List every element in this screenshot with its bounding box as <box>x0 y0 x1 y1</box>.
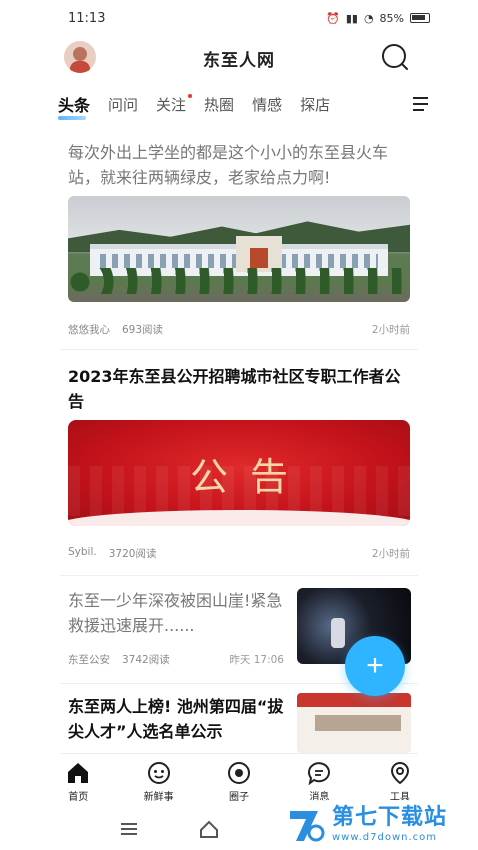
article-card[interactable]: 每次外出上学坐的都是这个小小的东至县火车站，就来往两辆绿皮，老家给点力啊! 悠悠… <box>60 128 418 350</box>
notice-banner-text: 公告 <box>189 455 310 499</box>
watermark-url: www.d7down.com <box>332 832 438 843</box>
tab-explore-shop[interactable]: 探店 <box>300 94 330 115</box>
status-bar: 11:13 ⏰ ▮▮ ◔ 85% <box>0 0 478 36</box>
article-meta: 东至公安 3742阅读 <box>68 652 170 667</box>
wifi-icon: ◔ <box>363 11 374 25</box>
app-header: 东至人网 <box>0 36 478 80</box>
smile-icon <box>147 761 170 784</box>
recent-apps-icon[interactable] <box>118 818 140 840</box>
article-meta: Sybil. 3720阅读 <box>68 546 156 561</box>
article-title: 东至两人上榜! 池州第四届“拔尖人才”人选名单公示 <box>68 697 284 741</box>
home-icon <box>68 762 89 783</box>
watermark-logo <box>290 811 325 842</box>
battery-icon <box>410 13 430 23</box>
category-tabs: 头条 问问 关注 热圈 情感 探店 <box>58 88 430 120</box>
signal-icon: ▮▮ <box>345 11 358 25</box>
tab-headlines[interactable]: 头条 <box>58 92 90 120</box>
article-thumbnail <box>297 693 411 753</box>
status-icons: ⏰ ▮▮ ◔ 85% <box>326 12 430 25</box>
article-reads: 3742阅读 <box>122 654 170 666</box>
alarm-icon: ⏰ <box>326 11 340 25</box>
message-icon <box>308 761 331 785</box>
tab-hot[interactable]: 热圈 <box>204 94 234 115</box>
article-time: 2小时前 <box>371 324 410 336</box>
article-reads: 3720阅读 <box>108 548 157 560</box>
nav-fresh[interactable]: 新鲜事 <box>118 754 198 808</box>
nav-home-label: 首页 <box>68 791 89 803</box>
status-time: 11:13 <box>68 10 106 26</box>
watermark-name: 第七下载站 <box>332 805 448 830</box>
notification-dot <box>188 93 193 98</box>
home-button-icon[interactable] <box>198 818 220 840</box>
article-time: 2小时前 <box>371 548 410 560</box>
article-time: 昨天 17:06 <box>229 654 284 666</box>
nav-circle[interactable]: 圈子 <box>199 754 279 808</box>
article-author: 悠悠我心 <box>68 324 110 336</box>
article-image <box>68 196 410 302</box>
tab-follow-label: 关注 <box>156 95 187 114</box>
article-title: 2023年东至县公开招聘城市社区专职工作者公告 <box>68 367 401 411</box>
menu-icon[interactable] <box>410 94 430 114</box>
tab-follow[interactable]: 关注 <box>156 93 193 115</box>
nav-fresh-label: 新鲜事 <box>143 791 174 803</box>
article-title: 东至一少年深夜被困山崖!紧急救援迅速展开...... <box>68 591 283 635</box>
add-post-button[interactable]: + <box>345 636 405 696</box>
nav-home[interactable]: 首页 <box>38 754 118 808</box>
circle-icon <box>228 761 251 784</box>
location-pin-icon <box>390 761 409 784</box>
tab-ask[interactable]: 问问 <box>108 94 138 115</box>
site-watermark: 第七下载站 www.d7down.com <box>282 800 478 850</box>
search-icon[interactable] <box>380 42 410 72</box>
battery-level: 85% <box>379 11 404 25</box>
article-author: 东至公安 <box>68 654 110 666</box>
article-title: 每次外出上学坐的都是这个小小的东至县火车站，就来往两辆绿皮，老家给点力啊! <box>68 143 389 187</box>
nav-circle-label: 圈子 <box>229 791 250 803</box>
article-author: Sybil. <box>68 546 97 558</box>
tab-emotion[interactable]: 情感 <box>252 94 282 115</box>
article-meta: 悠悠我心 693阅读 <box>68 322 163 337</box>
notice-banner-image: 公告 <box>68 420 410 526</box>
article-reads: 693阅读 <box>122 324 164 336</box>
